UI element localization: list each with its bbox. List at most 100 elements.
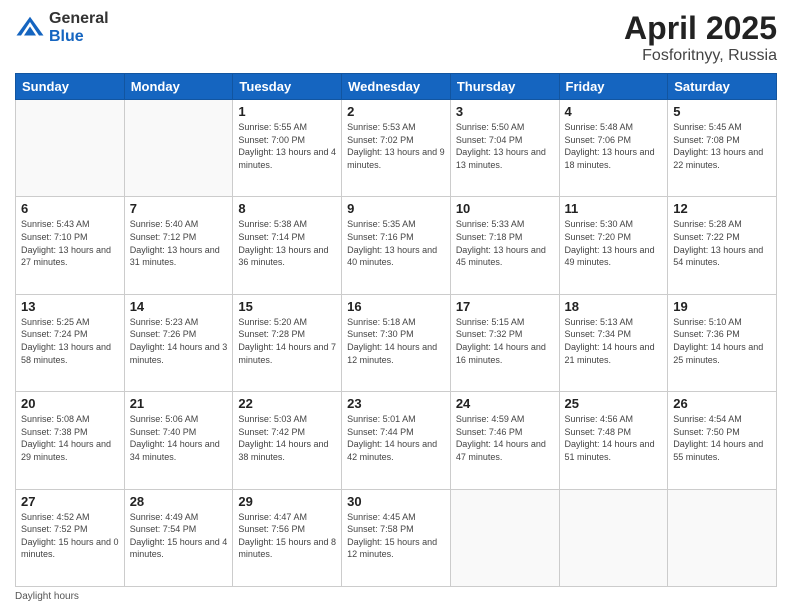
page: General Blue April 2025 Fosforitnyy, Rus… [0, 0, 792, 612]
calendar-cell: 14 Sunrise: 5:23 AM Sunset: 7:26 PM Dayli… [124, 294, 233, 391]
day-info: Sunrise: 5:13 AM Sunset: 7:34 PM Dayligh… [565, 316, 663, 366]
header: General Blue April 2025 Fosforitnyy, Rus… [15, 10, 777, 65]
day-info: Sunrise: 4:59 AM Sunset: 7:46 PM Dayligh… [456, 413, 554, 463]
calendar-cell: 22 Sunrise: 5:03 AM Sunset: 7:42 PM Dayli… [233, 392, 342, 489]
day-number: 25 [565, 396, 663, 411]
day-number: 2 [347, 104, 445, 119]
day-info: Sunrise: 5:30 AM Sunset: 7:20 PM Dayligh… [565, 218, 663, 268]
calendar-cell: 17 Sunrise: 5:15 AM Sunset: 7:32 PM Dayli… [450, 294, 559, 391]
logo: General Blue [15, 10, 109, 45]
day-info: Sunrise: 5:06 AM Sunset: 7:40 PM Dayligh… [130, 413, 228, 463]
calendar-week-4: 27 Sunrise: 4:52 AM Sunset: 7:52 PM Dayli… [16, 489, 777, 586]
day-number: 19 [673, 299, 771, 314]
daylight-label: Daylight hours [15, 591, 79, 602]
day-number: 22 [238, 396, 336, 411]
day-info: Sunrise: 4:52 AM Sunset: 7:52 PM Dayligh… [21, 511, 119, 561]
day-number: 27 [21, 494, 119, 509]
day-info: Sunrise: 5:25 AM Sunset: 7:24 PM Dayligh… [21, 316, 119, 366]
calendar-cell: 11 Sunrise: 5:30 AM Sunset: 7:20 PM Dayli… [559, 197, 668, 294]
calendar-week-0: 1Sunrise: 5:55 AM Sunset: 7:00 PM Daylig… [16, 100, 777, 197]
day-info: Sunrise: 5:43 AM Sunset: 7:10 PM Dayligh… [21, 218, 119, 268]
calendar-cell: 16Sunrise: 5:18 AM Sunset: 7:30 PM Dayli… [342, 294, 451, 391]
day-number: 20 [21, 396, 119, 411]
day-number: 29 [238, 494, 336, 509]
calendar-cell: 9Sunrise: 5:35 AM Sunset: 7:16 PM Daylig… [342, 197, 451, 294]
calendar-header-row: SundayMondayTuesdayWednesdayThursdayFrid… [16, 74, 777, 100]
col-header-wednesday: Wednesday [342, 74, 451, 100]
day-info: Sunrise: 5:10 AM Sunset: 7:36 PM Dayligh… [673, 316, 771, 366]
day-info: Sunrise: 5:50 AM Sunset: 7:04 PM Dayligh… [456, 121, 554, 171]
day-info: Sunrise: 5:08 AM Sunset: 7:38 PM Dayligh… [21, 413, 119, 463]
logo-text: General Blue [49, 10, 109, 45]
day-number: 9 [347, 201, 445, 216]
calendar-cell: 24Sunrise: 4:59 AM Sunset: 7:46 PM Dayli… [450, 392, 559, 489]
col-header-tuesday: Tuesday [233, 74, 342, 100]
day-number: 17 [456, 299, 554, 314]
day-number: 13 [21, 299, 119, 314]
day-number: 30 [347, 494, 445, 509]
calendar-cell [559, 489, 668, 586]
day-number: 8 [238, 201, 336, 216]
calendar-week-3: 20 Sunrise: 5:08 AM Sunset: 7:38 PM Dayli… [16, 392, 777, 489]
col-header-sunday: Sunday [16, 74, 125, 100]
day-number: 3 [456, 104, 554, 119]
calendar-cell [124, 100, 233, 197]
day-number: 21 [130, 396, 228, 411]
day-info: Sunrise: 5:15 AM Sunset: 7:32 PM Dayligh… [456, 316, 554, 366]
day-number: 4 [565, 104, 663, 119]
day-info: Sunrise: 5:20 AM Sunset: 7:28 PM Dayligh… [238, 316, 336, 366]
col-header-monday: Monday [124, 74, 233, 100]
calendar-cell [450, 489, 559, 586]
title-month: April 2025 [624, 10, 777, 47]
logo-blue-text: Blue [49, 28, 109, 46]
day-number: 18 [565, 299, 663, 314]
calendar-cell: 13 Sunrise: 5:25 AM Sunset: 7:24 PM Dayli… [16, 294, 125, 391]
calendar-cell: 4Sunrise: 5:48 AM Sunset: 7:06 PM Daylig… [559, 100, 668, 197]
calendar-cell [668, 489, 777, 586]
day-info: Sunrise: 5:03 AM Sunset: 7:42 PM Dayligh… [238, 413, 336, 463]
calendar-week-1: 6 Sunrise: 5:43 AM Sunset: 7:10 PM Daylig… [16, 197, 777, 294]
title-location: Fosforitnyy, Russia [624, 47, 777, 65]
day-info: Sunrise: 5:28 AM Sunset: 7:22 PM Dayligh… [673, 218, 771, 268]
day-number: 11 [565, 201, 663, 216]
calendar-cell: 8Sunrise: 5:38 AM Sunset: 7:14 PM Daylig… [233, 197, 342, 294]
day-number: 26 [673, 396, 771, 411]
day-number: 14 [130, 299, 228, 314]
calendar-cell: 6 Sunrise: 5:43 AM Sunset: 7:10 PM Daylig… [16, 197, 125, 294]
day-info: Sunrise: 5:55 AM Sunset: 7:00 PM Dayligh… [238, 121, 336, 171]
calendar-cell: 18 Sunrise: 5:13 AM Sunset: 7:34 PM Dayli… [559, 294, 668, 391]
day-info: Sunrise: 5:23 AM Sunset: 7:26 PM Dayligh… [130, 316, 228, 366]
day-number: 6 [21, 201, 119, 216]
day-info: Sunrise: 5:53 AM Sunset: 7:02 PM Dayligh… [347, 121, 445, 171]
calendar-cell: 21 Sunrise: 5:06 AM Sunset: 7:40 PM Dayli… [124, 392, 233, 489]
col-header-friday: Friday [559, 74, 668, 100]
day-number: 15 [238, 299, 336, 314]
title-block: April 2025 Fosforitnyy, Russia [624, 10, 777, 65]
calendar-cell: 7 Sunrise: 5:40 AM Sunset: 7:12 PM Daylig… [124, 197, 233, 294]
calendar-cell: 25Sunrise: 4:56 AM Sunset: 7:48 PM Dayli… [559, 392, 668, 489]
calendar-week-2: 13 Sunrise: 5:25 AM Sunset: 7:24 PM Dayli… [16, 294, 777, 391]
calendar-cell: 28Sunrise: 4:49 AM Sunset: 7:54 PM Dayli… [124, 489, 233, 586]
day-number: 12 [673, 201, 771, 216]
calendar-cell: 26Sunrise: 4:54 AM Sunset: 7:50 PM Dayli… [668, 392, 777, 489]
calendar-table: SundayMondayTuesdayWednesdayThursdayFrid… [15, 73, 777, 587]
col-header-saturday: Saturday [668, 74, 777, 100]
day-info: Sunrise: 5:45 AM Sunset: 7:08 PM Dayligh… [673, 121, 771, 171]
calendar-cell: 2 Sunrise: 5:53 AM Sunset: 7:02 PM Daylig… [342, 100, 451, 197]
logo-icon [15, 13, 45, 43]
calendar-cell: 15 Sunrise: 5:20 AM Sunset: 7:28 PM Dayli… [233, 294, 342, 391]
day-info: Sunrise: 5:40 AM Sunset: 7:12 PM Dayligh… [130, 218, 228, 268]
calendar-cell: 19 Sunrise: 5:10 AM Sunset: 7:36 PM Dayli… [668, 294, 777, 391]
day-number: 7 [130, 201, 228, 216]
logo-general-text: General [49, 10, 109, 28]
calendar-cell: 10Sunrise: 5:33 AM Sunset: 7:18 PM Dayli… [450, 197, 559, 294]
day-info: Sunrise: 4:47 AM Sunset: 7:56 PM Dayligh… [238, 511, 336, 561]
calendar-cell: 12 Sunrise: 5:28 AM Sunset: 7:22 PM Dayli… [668, 197, 777, 294]
calendar-cell: 29 Sunrise: 4:47 AM Sunset: 7:56 PM Dayli… [233, 489, 342, 586]
calendar-cell: 20 Sunrise: 5:08 AM Sunset: 7:38 PM Dayli… [16, 392, 125, 489]
calendar-cell: 23Sunrise: 5:01 AM Sunset: 7:44 PM Dayli… [342, 392, 451, 489]
day-info: Sunrise: 5:01 AM Sunset: 7:44 PM Dayligh… [347, 413, 445, 463]
footer: Daylight hours [15, 591, 777, 602]
day-info: Sunrise: 4:49 AM Sunset: 7:54 PM Dayligh… [130, 511, 228, 561]
col-header-thursday: Thursday [450, 74, 559, 100]
